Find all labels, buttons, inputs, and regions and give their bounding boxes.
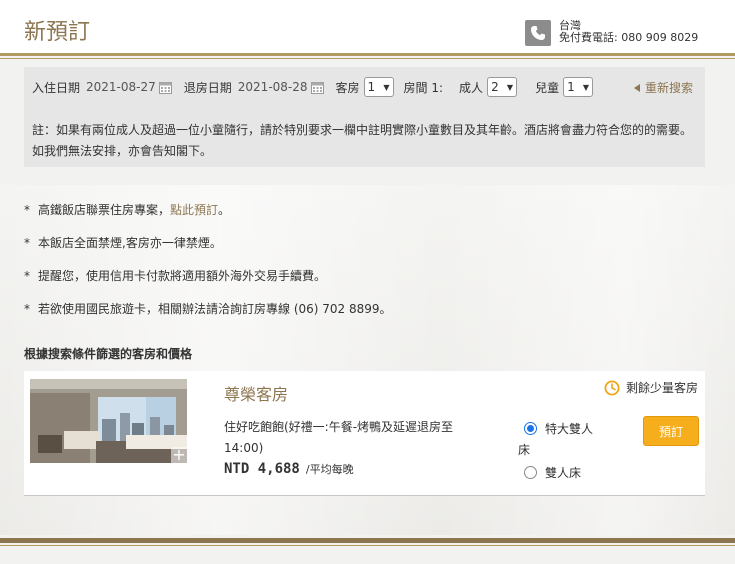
research-label: 重新搜索 [644,81,693,95]
info-list: * 高鐵飯店聯票住房專案，點此預訂。 * 本飯店全面禁煙,客房亦一律禁煙。 * 提醒您… [24,200,392,332]
children-select-value: 1 [567,80,575,94]
info-item: * 本飯店全面禁煙,客房亦一律禁煙。 [24,233,392,266]
arrow-left-icon [633,83,640,92]
chevron-down-icon: ▼ [506,82,514,92]
children-label: 兒童 [535,80,560,95]
bed-option-king[interactable]: 特大雙人 [518,417,638,439]
price-unit: /平均每晚 [305,463,354,476]
info-item-end: 。 [218,203,231,217]
results-section-title: 根據搜索條件篩選的客房和價格 [24,347,193,361]
radio-king[interactable] [524,421,537,435]
checkout-date-value: 2021-08-28 [237,80,308,94]
book-package-link[interactable]: 點此預訂 [170,203,218,217]
bullet: * [24,269,30,283]
room-price: NTD 4,688/平均每晚 [224,461,354,477]
availability-text: 剩餘少量客房 [626,381,699,395]
bed-option-label: 雙人床 [545,465,582,480]
note-line1: 註：如果有兩位成人及超過一位小童隨行，請於特別要求一欄中註明實際小童數目及其年齡… [32,123,693,137]
phone-icon [525,20,551,46]
calendar-icon[interactable] [310,81,324,94]
info-item-text: 若欲使用國民旅遊卡，相關辦法請洽詢訂房專線 (06) 702 8899。 [38,302,392,316]
bullet: * [24,302,30,316]
checkout-date-field[interactable]: 2021-08-28 [238,80,324,94]
adults-select-value: 2 [491,80,499,94]
phone-label: 免付費電話: [559,31,618,44]
search-panel: 入住日期 2021-08-27 退房日期 2021-08-28 客房 1 ▼ 房… [24,67,705,167]
info-item: * 高鐵飯店聯票住房專案，點此預訂。 [24,200,392,233]
price-value: NTD 4,688 [224,461,300,477]
rate-plan-name[interactable]: 住好吃飽飽(好禮一:午餐-烤鴨及延遲退房至14:00) [224,417,474,459]
page-title: 新預訂 [24,20,91,45]
book-button[interactable]: 預訂 [643,416,699,446]
chevron-down-icon: ▼ [582,82,590,92]
bed-option-label-cont: 床 [518,443,531,457]
checkin-date-field[interactable]: 2021-08-27 [86,80,172,94]
checkin-label: 入住日期 [32,80,81,95]
bullet: * [24,203,30,217]
bullet: * [24,236,30,250]
chevron-down-icon: ▼ [383,82,390,92]
info-item-text: 本飯店全面禁煙,客房亦一律禁煙。 [38,236,222,250]
info-item: * 若欲使用國民旅遊卡，相關辦法請洽詢訂房專線 (06) 702 8899。 [24,299,392,332]
adults-select[interactable]: 2 ▼ [487,77,518,97]
rooms-select-value: 1 [367,80,376,94]
adults-label: 成人 [459,80,484,95]
research-link[interactable]: 重新搜索 [633,79,693,96]
checkout-label: 退房日期 [183,80,232,95]
bed-option-label: 特大雙人 [545,421,594,436]
search-row: 入住日期 2021-08-27 退房日期 2021-08-28 客房 1 ▼ 房… [32,76,697,98]
occupancy-note: 註：如果有兩位成人及超過一位小童隨行，請於特別要求一欄中註明實際小童數目及其年齡… [32,120,697,162]
availability-badge: 剩餘少量客房 [604,379,698,396]
rooms-label: 客房 [335,80,360,95]
info-item: * 提醒您，使用信用卡付款將適用額外海外交易手續費。 [24,266,392,299]
calendar-icon[interactable] [158,81,172,94]
info-item-text: 高鐵飯店聯票住房專案， [38,203,171,217]
page-header: 新預訂 台灣 免付費電話: 080 909 8029 [0,0,735,59]
note-line2: 如我們無法安排，亦會告知閣下。 [32,144,213,158]
children-select[interactable]: 1 ▼ [563,77,594,97]
phone-number[interactable]: 080 909 8029 [621,31,698,44]
bed-option-double[interactable]: 雙人床 [518,461,638,483]
room-card: + 尊榮客房 剩餘少量客房 住好吃飽飽(好禮一:午餐-烤鴨及延遲退房至14:00… [24,371,705,496]
clock-icon [604,380,620,395]
rooms-select[interactable]: 1 ▼ [363,77,394,97]
phone-contact: 台灣 免付費電話: 080 909 8029 [525,20,698,46]
footer-divider [0,538,735,546]
room-photo[interactable]: + [30,379,187,463]
radio-double[interactable] [524,465,537,479]
expand-photo-icon[interactable]: + [171,447,187,463]
info-item-text: 提醒您，使用信用卡付款將適用額外海外交易手續費。 [38,269,327,283]
checkin-date-value: 2021-08-27 [86,80,156,94]
room-name: 尊榮客房 [224,385,289,404]
room-index-label: 房間 1: [403,80,444,95]
bed-options: 特大雙人 床 雙人床 [518,417,638,483]
